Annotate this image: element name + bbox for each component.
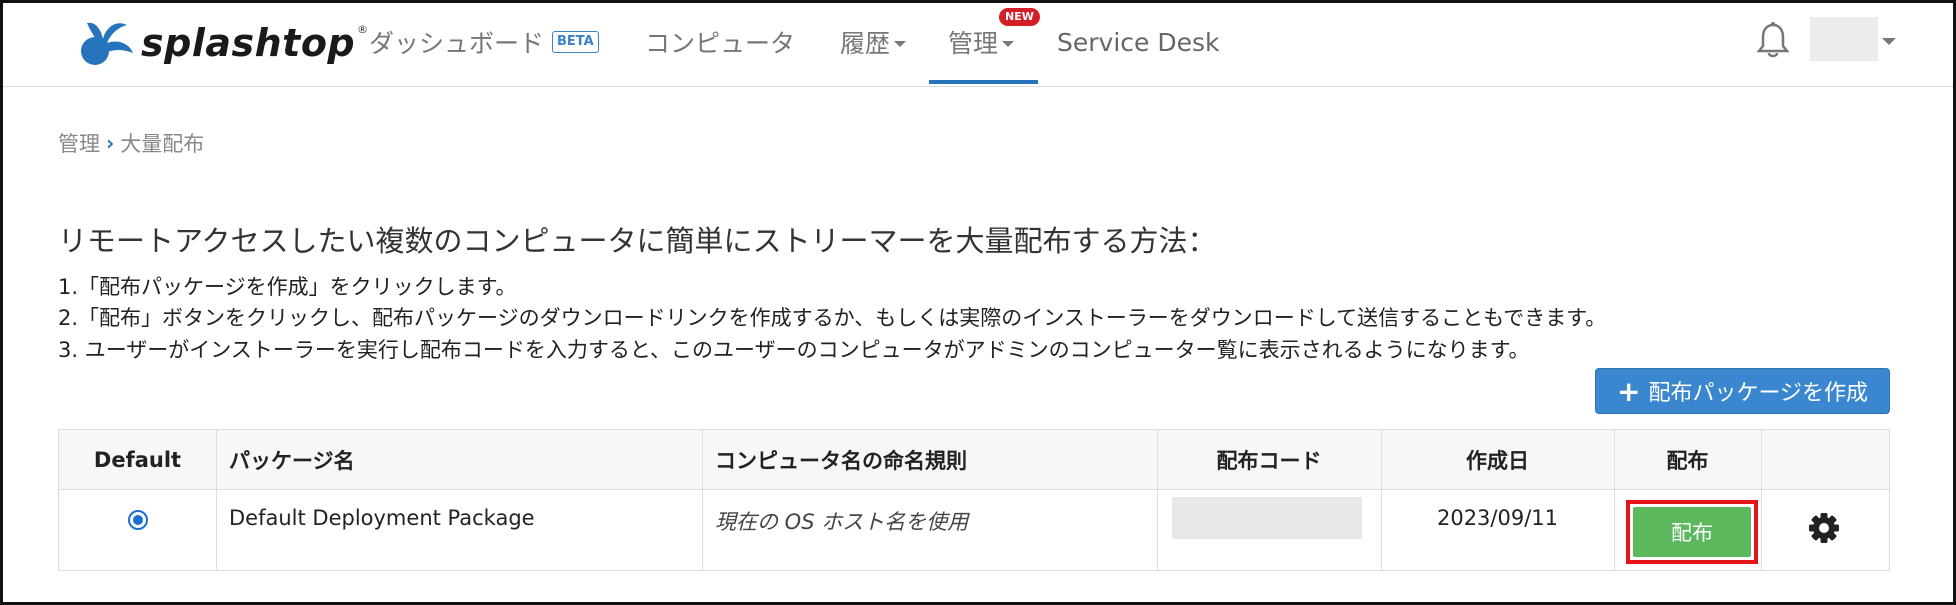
column-header-created[interactable]: 作成日 [1381,430,1614,490]
create-package-label: 配布パッケージを作成 [1648,381,1869,406]
column-header-deploy-code[interactable]: 配布コード [1157,430,1381,490]
caret-down-icon [894,41,907,47]
breadcrumb-parent[interactable]: 管理 [58,128,100,158]
brand-name: splashtop [141,21,356,65]
active-tab-indicator [929,80,1038,84]
naming-rule-cell: 現在の OS ホスト名を使用 [715,510,969,534]
nav-history-dropdown[interactable]: 履歴 [840,0,907,84]
nav-dashboard[interactable]: ダッシュボード BETA [369,0,599,84]
breadcrumb: 管理 › 大量配布 [58,128,204,158]
table-row-default-cell[interactable] [59,490,216,571]
deploy-button[interactable]: 配布 [1633,507,1751,557]
column-header-default[interactable]: Default [59,430,216,490]
caret-down-icon [1002,41,1015,47]
user-avatar[interactable] [1810,17,1878,61]
breadcrumb-current: 大量配布 [120,132,205,156]
instruction-step: 1.「配布パッケージを作成」をクリックします。 [58,275,517,299]
new-badge: NEW [999,8,1040,26]
deploy-button-highlight: 配布 [1626,500,1758,564]
radio-selected-icon[interactable] [127,510,148,530]
user-menu-caret-icon[interactable] [1882,38,1896,45]
bell-icon[interactable] [1753,20,1793,60]
nav-manage-label: 管理 [948,29,999,58]
package-name-cell: Default Deployment Package [229,506,535,530]
nav-computers-label: コンピュータ [645,29,796,58]
column-divider [1761,430,1762,570]
instruction-step: 3. ユーザーがインストーラーを実行し配布コードを入力すると、このユーザーのコン… [58,338,1530,362]
gear-icon[interactable] [1808,512,1840,544]
created-date-cell: 2023/09/11 [1436,506,1559,530]
column-divider [702,430,703,570]
instruction-step: 2.「配布」ボタンをクリックし、配布パッケージのダウンロードリンクを作成するか、… [58,306,1607,330]
page-heading: リモートアクセスしたい複数のコンピュータに簡単にストリーマーを大量配布する方法： [58,224,1217,258]
breadcrumb-separator-icon: › [106,131,115,155]
nav-service-desk[interactable]: Service Desk [1057,0,1219,84]
column-header-package-name[interactable]: パッケージ名 [229,430,699,490]
splashtop-logo[interactable]: splashtop ® [73,15,368,71]
nav-computers[interactable]: コンピュータ [645,0,795,84]
deploy-code-cell [1172,490,1372,571]
column-header-naming-rule[interactable]: コンピュータ名の命名規則 [715,430,1155,490]
radio-dot [132,515,143,525]
nav-history-label: 履歴 [840,29,891,58]
brand-reg-mark: ® [357,23,369,36]
nav-service-desk-label: Service Desk [1057,27,1220,57]
package-table: Default パッケージ名 コンピュータ名の命名規則 配布コード 作成日 配布… [58,429,1890,571]
beta-badge: BETA [552,31,599,53]
splashtop-logo-icon [81,22,133,65]
column-divider [216,430,217,570]
nav-dashboard-label: ダッシュボード [369,29,545,58]
column-header-deploy: 配布 [1666,449,1709,473]
plus-icon: + [1616,374,1641,408]
create-package-button[interactable]: + 配布パッケージを作成 [1595,368,1890,414]
deploy-code-masked [1172,497,1362,539]
